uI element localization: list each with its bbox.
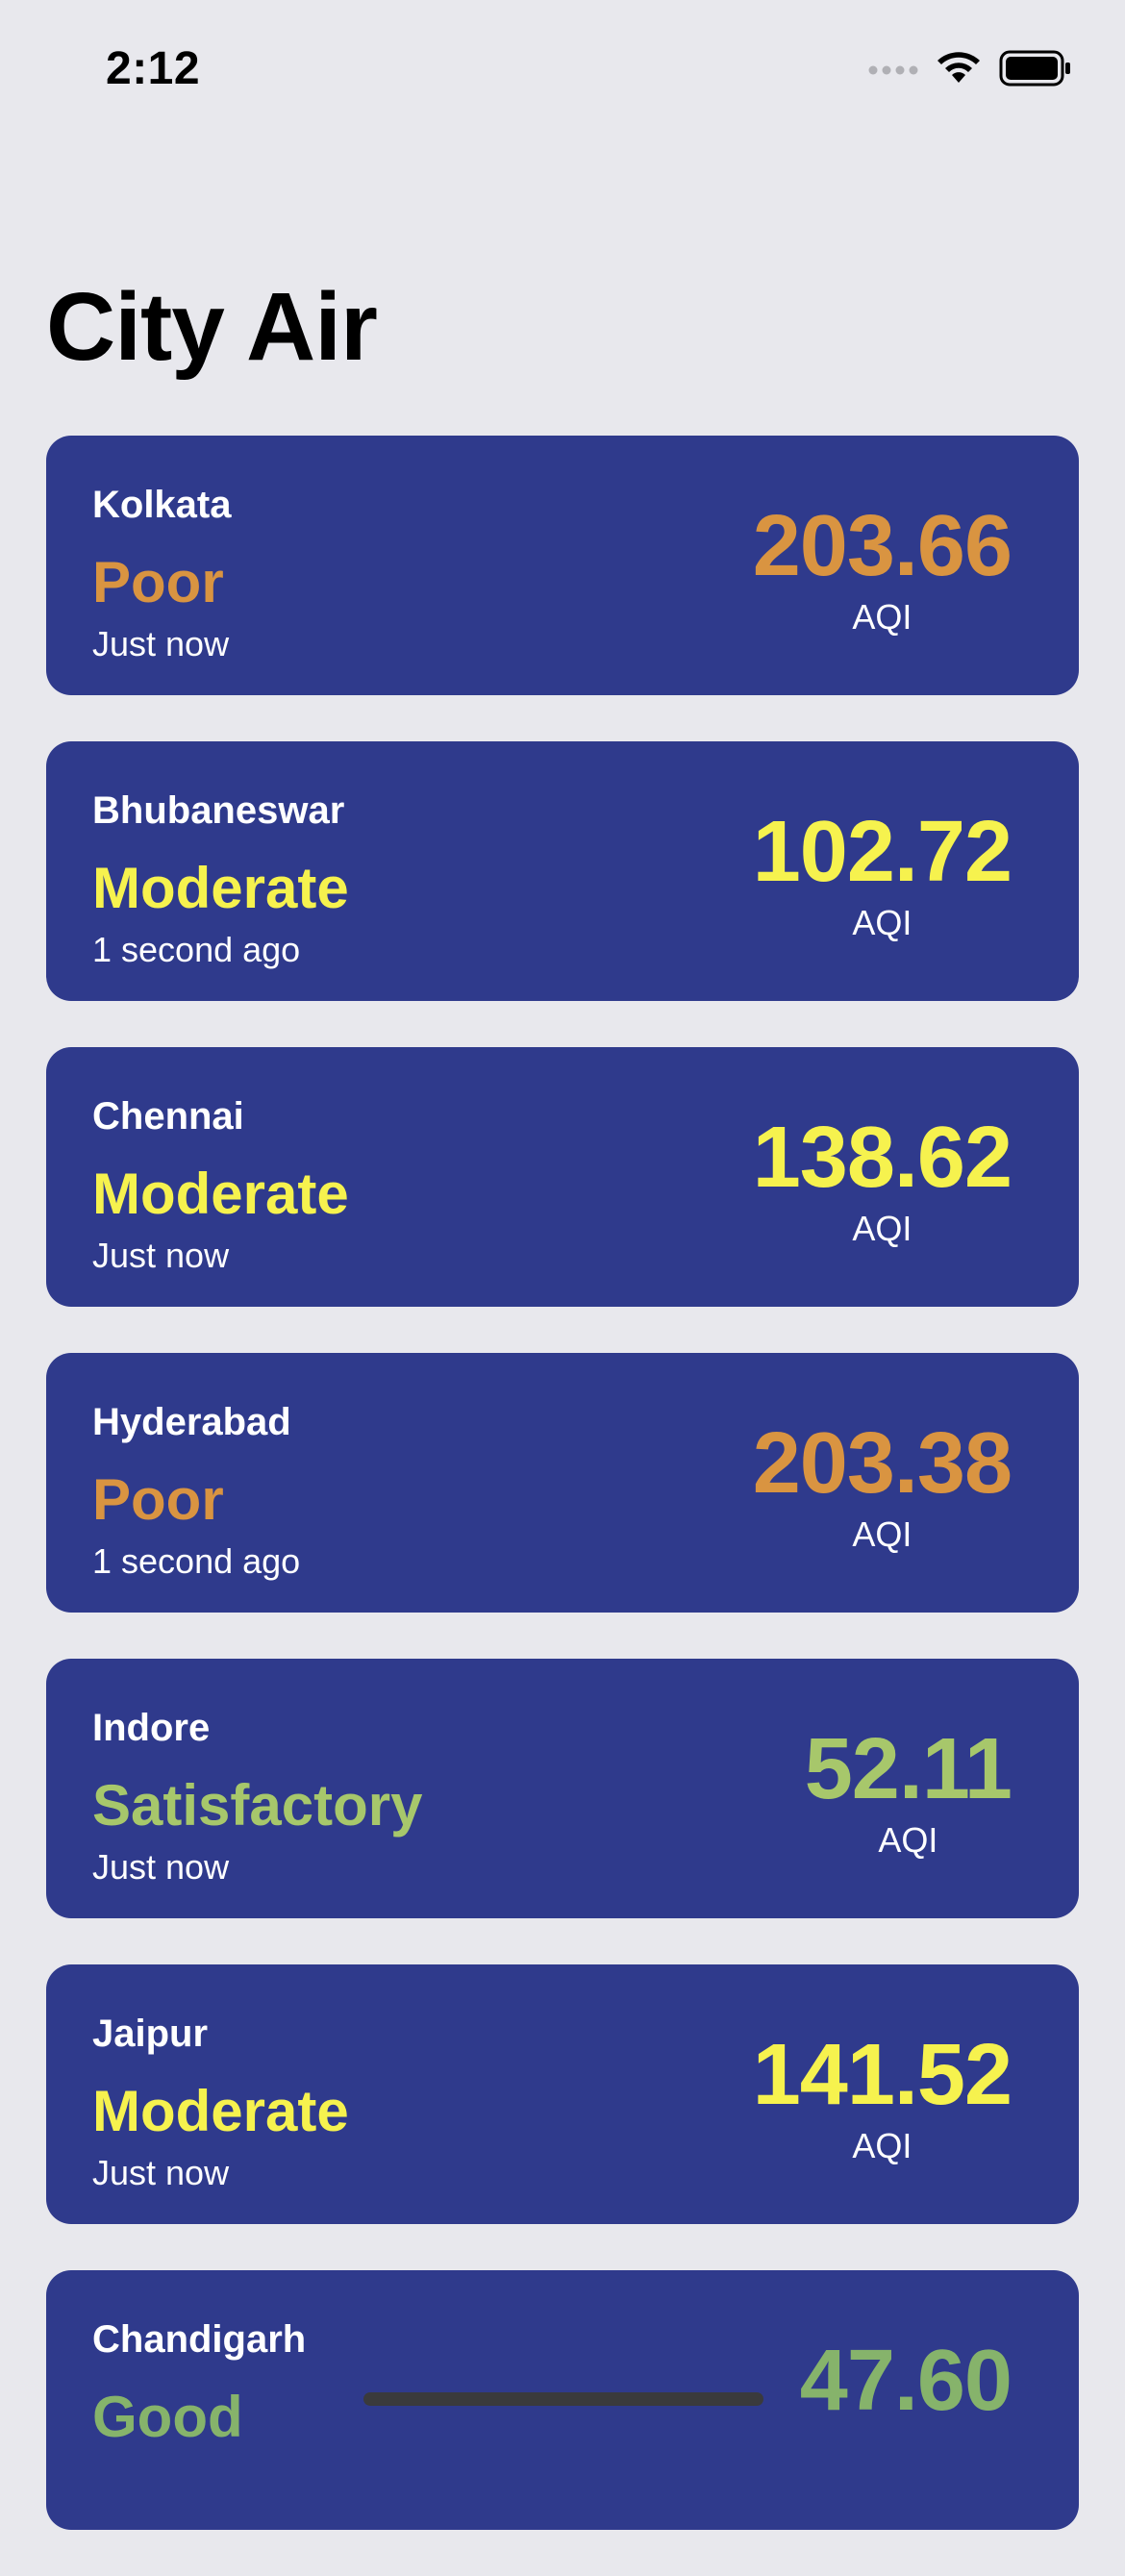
city-name: Hyderabad: [92, 1401, 291, 1443]
aqi-label: AQI: [852, 1209, 912, 1248]
page-title: City Air: [46, 273, 378, 381]
aqi-category: Moderate: [92, 1162, 349, 1226]
aqi-value: 138.62: [752, 1110, 1012, 1206]
aqi-block: 102.72 AQI: [753, 809, 1012, 943]
aqi-category: Poor: [92, 1467, 224, 1532]
aqi-category: Good: [92, 2385, 243, 2449]
signal-dots-icon: [868, 62, 918, 80]
aqi-value: 102.72: [752, 804, 1012, 900]
status-icons: [868, 50, 1072, 91]
city-card[interactable]: Hyderabad Poor 1 second ago 203.38 AQI: [46, 1353, 1079, 1613]
city-card-list[interactable]: Kolkata Poor Just now 203.66 AQI Bhubaneswar M…: [46, 436, 1079, 2576]
city-name: Indore: [92, 1707, 211, 1749]
city-name: Chennai: [92, 1095, 244, 1138]
last-updated: Just now: [92, 1236, 230, 1275]
aqi-value: 203.38: [752, 1415, 1012, 1512]
city-name: Bhubaneswar: [92, 789, 345, 832]
aqi-block: 47.60: [800, 2338, 1012, 2432]
city-name: Jaipur: [92, 2013, 209, 2055]
aqi-label: AQI: [852, 597, 912, 637]
aqi-value: 47.60: [799, 2333, 1012, 2429]
aqi-category: Satisfactory: [92, 1773, 423, 1838]
aqi-label: AQI: [878, 1820, 938, 1860]
aqi-category: Moderate: [92, 2079, 349, 2143]
aqi-category: Poor: [92, 550, 224, 614]
wifi-icon: [936, 51, 982, 90]
status-time: 2:12: [106, 43, 201, 94]
city-card[interactable]: Jaipur Moderate Just now 141.52 AQI: [46, 1964, 1079, 2224]
aqi-value: 52.11: [804, 1721, 1012, 1817]
aqi-category: Moderate: [92, 856, 349, 920]
aqi-block: 138.62 AQI: [753, 1114, 1012, 1249]
city-card[interactable]: Indore Satisfactory Just now 52.11 AQI: [46, 1659, 1079, 1918]
status-bar: 2:12: [0, 0, 1125, 144]
last-updated: 1 second ago: [92, 1541, 301, 1581]
aqi-value: 141.52: [752, 2027, 1012, 2123]
aqi-label: AQI: [852, 1514, 912, 1554]
battery-icon: [999, 50, 1072, 91]
city-card[interactable]: Kolkata Poor Just now 203.66 AQI: [46, 436, 1079, 695]
city-card[interactable]: Chennai Moderate Just now 138.62 AQI: [46, 1047, 1079, 1307]
city-name: Chandigarh: [92, 2318, 307, 2361]
last-updated: Just now: [92, 1847, 230, 1887]
aqi-block: 203.38 AQI: [753, 1420, 1012, 1555]
last-updated: 1 second ago: [92, 930, 301, 969]
aqi-label: AQI: [852, 903, 912, 942]
aqi-block: 141.52 AQI: [753, 2032, 1012, 2166]
aqi-block: 52.11 AQI: [805, 1726, 1012, 1861]
last-updated: Just now: [92, 2153, 230, 2192]
last-updated: Just now: [92, 624, 230, 663]
city-card[interactable]: Bhubaneswar Moderate 1 second ago 102.72 AQI: [46, 741, 1079, 1001]
home-indicator[interactable]: [363, 2392, 763, 2406]
aqi-value: 203.66: [752, 498, 1012, 594]
aqi-block: 203.66 AQI: [753, 503, 1012, 638]
aqi-label: AQI: [852, 2126, 912, 2165]
city-name: Kolkata: [92, 484, 232, 526]
